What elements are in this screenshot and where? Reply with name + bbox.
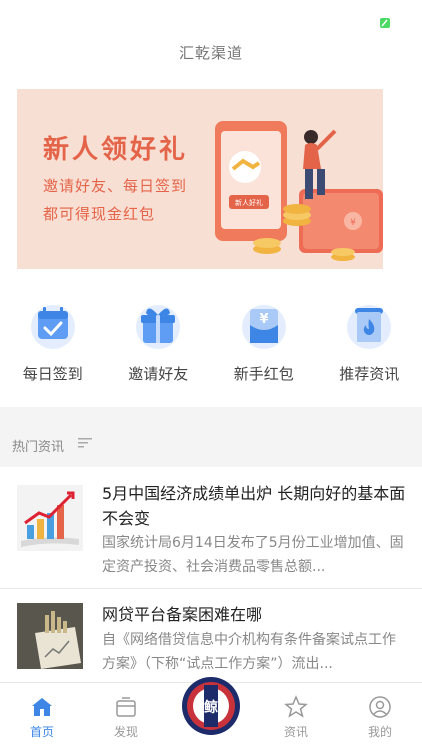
yuan-envelope-icon: ¥ <box>241 305 286 349</box>
home-icon <box>32 698 52 716</box>
banner-subtitle-line2: 都可得现金红包 <box>43 205 156 223</box>
center-logo-glyph: 鲸 <box>204 699 218 716</box>
feature-invite-friends[interactable]: 邀请好友 <box>106 293 212 393</box>
news-thumbnail <box>17 603 83 669</box>
tab-label: 发现 <box>113 725 138 739</box>
tab-discover[interactable]: 发现 <box>84 683 168 750</box>
feature-label: 推荐资讯 <box>339 365 400 383</box>
section-header: 热门资讯 <box>0 421 422 467</box>
tab-news[interactable]: 资讯 <box>254 683 338 750</box>
news-thumbnail <box>17 485 83 551</box>
center-logo-icon[interactable]: 鲸 <box>180 675 242 737</box>
status-indicator-icon <box>380 18 390 28</box>
feature-grid: 每日签到 邀请好友 ¥ 新手红包 推荐资讯 <box>0 293 422 393</box>
calendar-check-icon <box>30 305 75 349</box>
news-title: 网贷平台备案困难在哪 <box>102 605 263 624</box>
feature-label: 每日签到 <box>22 365 83 383</box>
app-title: 汇乾渠道 <box>178 44 243 62</box>
feature-newbie-bonus[interactable]: ¥ 新手红包 <box>211 293 317 393</box>
feature-recommended-news[interactable]: 推荐资讯 <box>317 293 422 393</box>
profile-icon <box>369 696 391 718</box>
news-summary: 自《网络借贷信息中介机构有条件备案试点工作方案》（下称“试点工作方案”）流出..… <box>102 632 396 672</box>
promo-banner[interactable]: 新人领好礼 邀请好友、每日签到 都可得现金红包 新人好礼 ¥ <box>17 89 383 269</box>
news-title: 5月中国经济成绩单出炉 长期向好的基本面不会变 <box>102 484 406 528</box>
feature-daily-checkin[interactable]: 每日签到 <box>0 293 106 393</box>
section-title: 热门资讯 <box>12 440 65 455</box>
svg-text:¥: ¥ <box>350 218 356 228</box>
news-item[interactable]: 5月中国经济成绩单出炉 长期向好的基本面不会变 国家统计局6月14日发布了5月份… <box>0 467 422 589</box>
banner-subtitle-line1: 邀请好友、每日签到 <box>43 177 188 195</box>
news-summary: 国家统计局6月14日发布了5月份工业增加值、固定资产投资、社会消费品零售总额..… <box>102 535 404 575</box>
tab-profile[interactable]: 我的 <box>338 683 422 750</box>
list-icon <box>78 438 92 448</box>
bottom-tab-bar: 首页 发现 鲸 资讯 我的 <box>0 677 422 750</box>
fire-scroll-icon <box>347 305 392 349</box>
tab-label: 首页 <box>29 725 54 739</box>
svg-text:¥: ¥ <box>259 312 268 327</box>
feature-label: 邀请好友 <box>128 365 189 383</box>
banner-illustration: 新人好礼 ¥ <box>215 121 383 261</box>
banner-title: 新人领好礼 <box>43 135 189 165</box>
news-item[interactable]: 网贷平台备案困难在哪 自《网络借贷信息中介机构有条件备案试点工作方案》（下称“试… <box>0 590 422 680</box>
feature-label: 新手红包 <box>233 365 294 383</box>
section-divider <box>0 407 422 421</box>
gift-box-icon <box>136 305 181 349</box>
tab-label: 资讯 <box>283 725 308 739</box>
star-icon <box>284 695 308 718</box>
banner-phone-label: 新人好礼 <box>235 198 263 207</box>
discover-icon <box>116 697 136 717</box>
tab-label: 我的 <box>367 725 392 739</box>
tab-home[interactable]: 首页 <box>0 683 84 750</box>
